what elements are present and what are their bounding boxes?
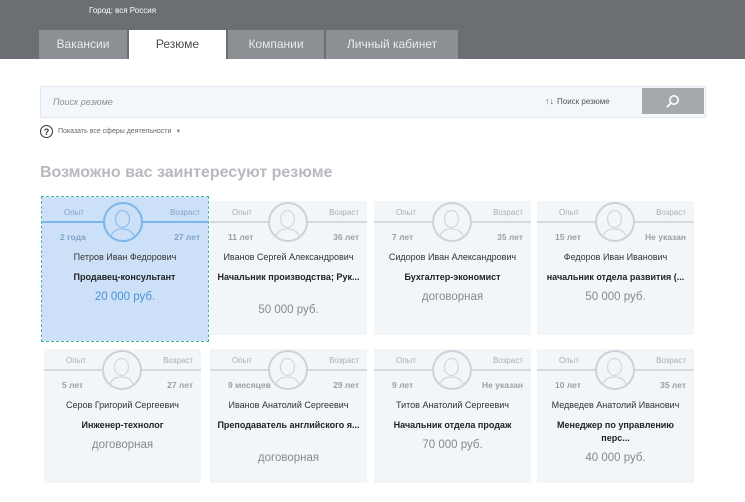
main-tabs: Вакансии Резюме Компании Личный кабинет — [39, 30, 460, 60]
tab-vacancies[interactable]: Вакансии — [39, 30, 127, 59]
candidate-position[interactable]: Преподаватель английского я... — [216, 419, 361, 432]
candidate-salary: 70 000 руб. — [422, 439, 483, 451]
age-label: Возраст — [656, 208, 686, 217]
tab-personal-account[interactable]: Личный кабинет — [326, 30, 458, 59]
section-title: Возможно вас заинтересуют резюме — [40, 164, 333, 181]
candidate-name: Петров Иван Федорович — [73, 252, 177, 262]
avatar — [102, 350, 142, 390]
experience-value: 9 лет — [392, 380, 414, 390]
spheres-label: Показать все сферы деятельности — [58, 128, 172, 135]
resume-card[interactable]: Опыт Возраст 2 года 27 лет Петров Иван Федор… — [41, 196, 209, 342]
search-icon — [666, 95, 679, 108]
candidate-position[interactable]: начальник отдела развития (... — [543, 271, 688, 284]
chevron-down-icon: ▼ — [175, 128, 182, 135]
resume-card[interactable]: Опыт Возраст 9 лет Не указан Титов Анатолий … — [374, 349, 531, 483]
experience-value: 15 лет — [555, 232, 581, 242]
person-icon — [601, 209, 628, 240]
resume-card[interactable]: Опыт Возраст 15 лет Не указан Федоров Иван И… — [537, 201, 694, 335]
resume-card[interactable]: Опыт Возраст 10 лет 35 лет Медведев Анатолий… — [537, 349, 694, 483]
candidate-position[interactable]: Продавец-консультант — [52, 271, 197, 284]
avatar — [432, 202, 472, 242]
experience-label: Опыт — [559, 208, 579, 217]
tab-resumes[interactable]: Резюме — [129, 30, 226, 60]
experience-label: Опыт — [232, 356, 252, 365]
age-label: Возраст — [163, 356, 193, 365]
age-label: Возраст — [329, 356, 359, 365]
experience-label: Опыт — [232, 208, 252, 217]
candidate-name: Иванов Сергей Александрович — [223, 252, 354, 262]
candidate-salary: 40 000 руб. — [585, 452, 646, 464]
search-sort[interactable]: ↑↓ Поиск резюме — [545, 96, 610, 106]
candidate-salary: 50 000 руб. — [258, 304, 319, 316]
candidate-position[interactable]: Начальник производства; Рук... — [216, 271, 361, 284]
person-icon — [109, 209, 136, 240]
candidate-name: Сидоров Иван Александрович — [388, 252, 517, 262]
age-value: 35 лет — [497, 232, 523, 242]
candidate-name: Серов Григорий Сергеевич — [66, 400, 179, 410]
experience-value: 5 лет — [62, 380, 84, 390]
candidate-name: Титов Анатолий Сергеевич — [396, 400, 509, 410]
experience-label: Опыт — [396, 356, 416, 365]
question-icon[interactable]: ? — [40, 125, 53, 138]
person-icon — [274, 209, 301, 240]
candidate-position[interactable]: Менеджер по управлению перс... — [543, 419, 688, 445]
age-value: Не указан — [481, 380, 523, 390]
avatar — [268, 202, 308, 242]
candidate-salary: договорная — [257, 452, 320, 464]
candidate-salary: 50 000 руб. — [585, 291, 646, 303]
search-button[interactable] — [642, 88, 704, 114]
age-value: 27 лет — [174, 232, 200, 242]
age-label: Возраст — [493, 356, 523, 365]
resume-card[interactable]: Опыт Возраст 5 лет 27 лет Серов Григорий Сер… — [44, 349, 201, 483]
experience-label: Опыт — [66, 356, 86, 365]
person-icon — [108, 357, 135, 388]
age-label: Возраст — [656, 356, 686, 365]
experience-value: 9 месяцев — [228, 380, 271, 390]
resume-card[interactable]: Опыт Возраст 11 лет 36 лет Иванов Сергей Але… — [210, 201, 367, 335]
person-icon — [601, 357, 628, 388]
age-label: Возраст — [329, 208, 359, 217]
person-icon — [274, 357, 301, 388]
search-input[interactable] — [41, 87, 531, 117]
experience-value: 7 лет — [392, 232, 414, 242]
search-bar: ↑↓Поиск резюме — [40, 86, 706, 118]
spheres-filter[interactable]: ? Показать все сферы деятельности ▼ — [40, 125, 181, 138]
age-label: Возраст — [493, 208, 523, 217]
resume-card[interactable]: Опыт Возраст 9 месяцев 29 лет Иванов Анатоли… — [210, 349, 367, 483]
experience-label: Опыт — [396, 208, 416, 217]
candidate-position[interactable]: Начальник отдела продаж — [380, 419, 525, 432]
candidate-position[interactable]: Бухгалтер-экономист — [380, 271, 525, 284]
age-value: Не указан — [644, 232, 686, 242]
avatar — [103, 202, 143, 242]
age-value: 29 лет — [333, 380, 359, 390]
candidate-name: Иванов Анатолий Сергеевич — [228, 400, 349, 410]
experience-value: 11 лет — [228, 232, 254, 242]
experience-label: Опыт — [64, 208, 84, 217]
experience-value: 10 лет — [555, 380, 581, 390]
candidate-position[interactable]: Инженер-технолог — [50, 419, 195, 432]
top-bar: Город: вся Россия Вакансии Резюме Компан… — [0, 0, 745, 60]
age-value: 27 лет — [167, 380, 193, 390]
avatar — [268, 350, 308, 390]
age-label: Возраст — [170, 208, 200, 217]
city-selector[interactable]: Город: вся Россия — [89, 6, 156, 15]
candidate-name: Медведев Анатолий Иванович — [551, 400, 680, 410]
age-value: 35 лет — [660, 380, 686, 390]
sort-arrows-icon: ↑↓ — [545, 96, 554, 106]
person-icon — [438, 357, 465, 388]
candidate-name: Федоров Иван Иванович — [563, 252, 668, 262]
resume-card[interactable]: Опыт Возраст 7 лет 35 лет Сидоров Иван Алекс… — [374, 201, 531, 335]
age-value: 36 лет — [333, 232, 359, 242]
experience-label: Опыт — [559, 356, 579, 365]
sort-label: Поиск резюме — [557, 97, 610, 106]
avatar — [432, 350, 472, 390]
candidate-salary: договорная — [91, 439, 154, 451]
candidate-salary: 20 000 руб. — [94, 291, 156, 303]
avatar — [595, 350, 635, 390]
avatar — [595, 202, 635, 242]
experience-value: 2 года — [60, 232, 86, 242]
candidate-salary: договорная — [421, 291, 484, 303]
tab-companies[interactable]: Компании — [228, 30, 324, 59]
person-icon — [438, 209, 465, 240]
